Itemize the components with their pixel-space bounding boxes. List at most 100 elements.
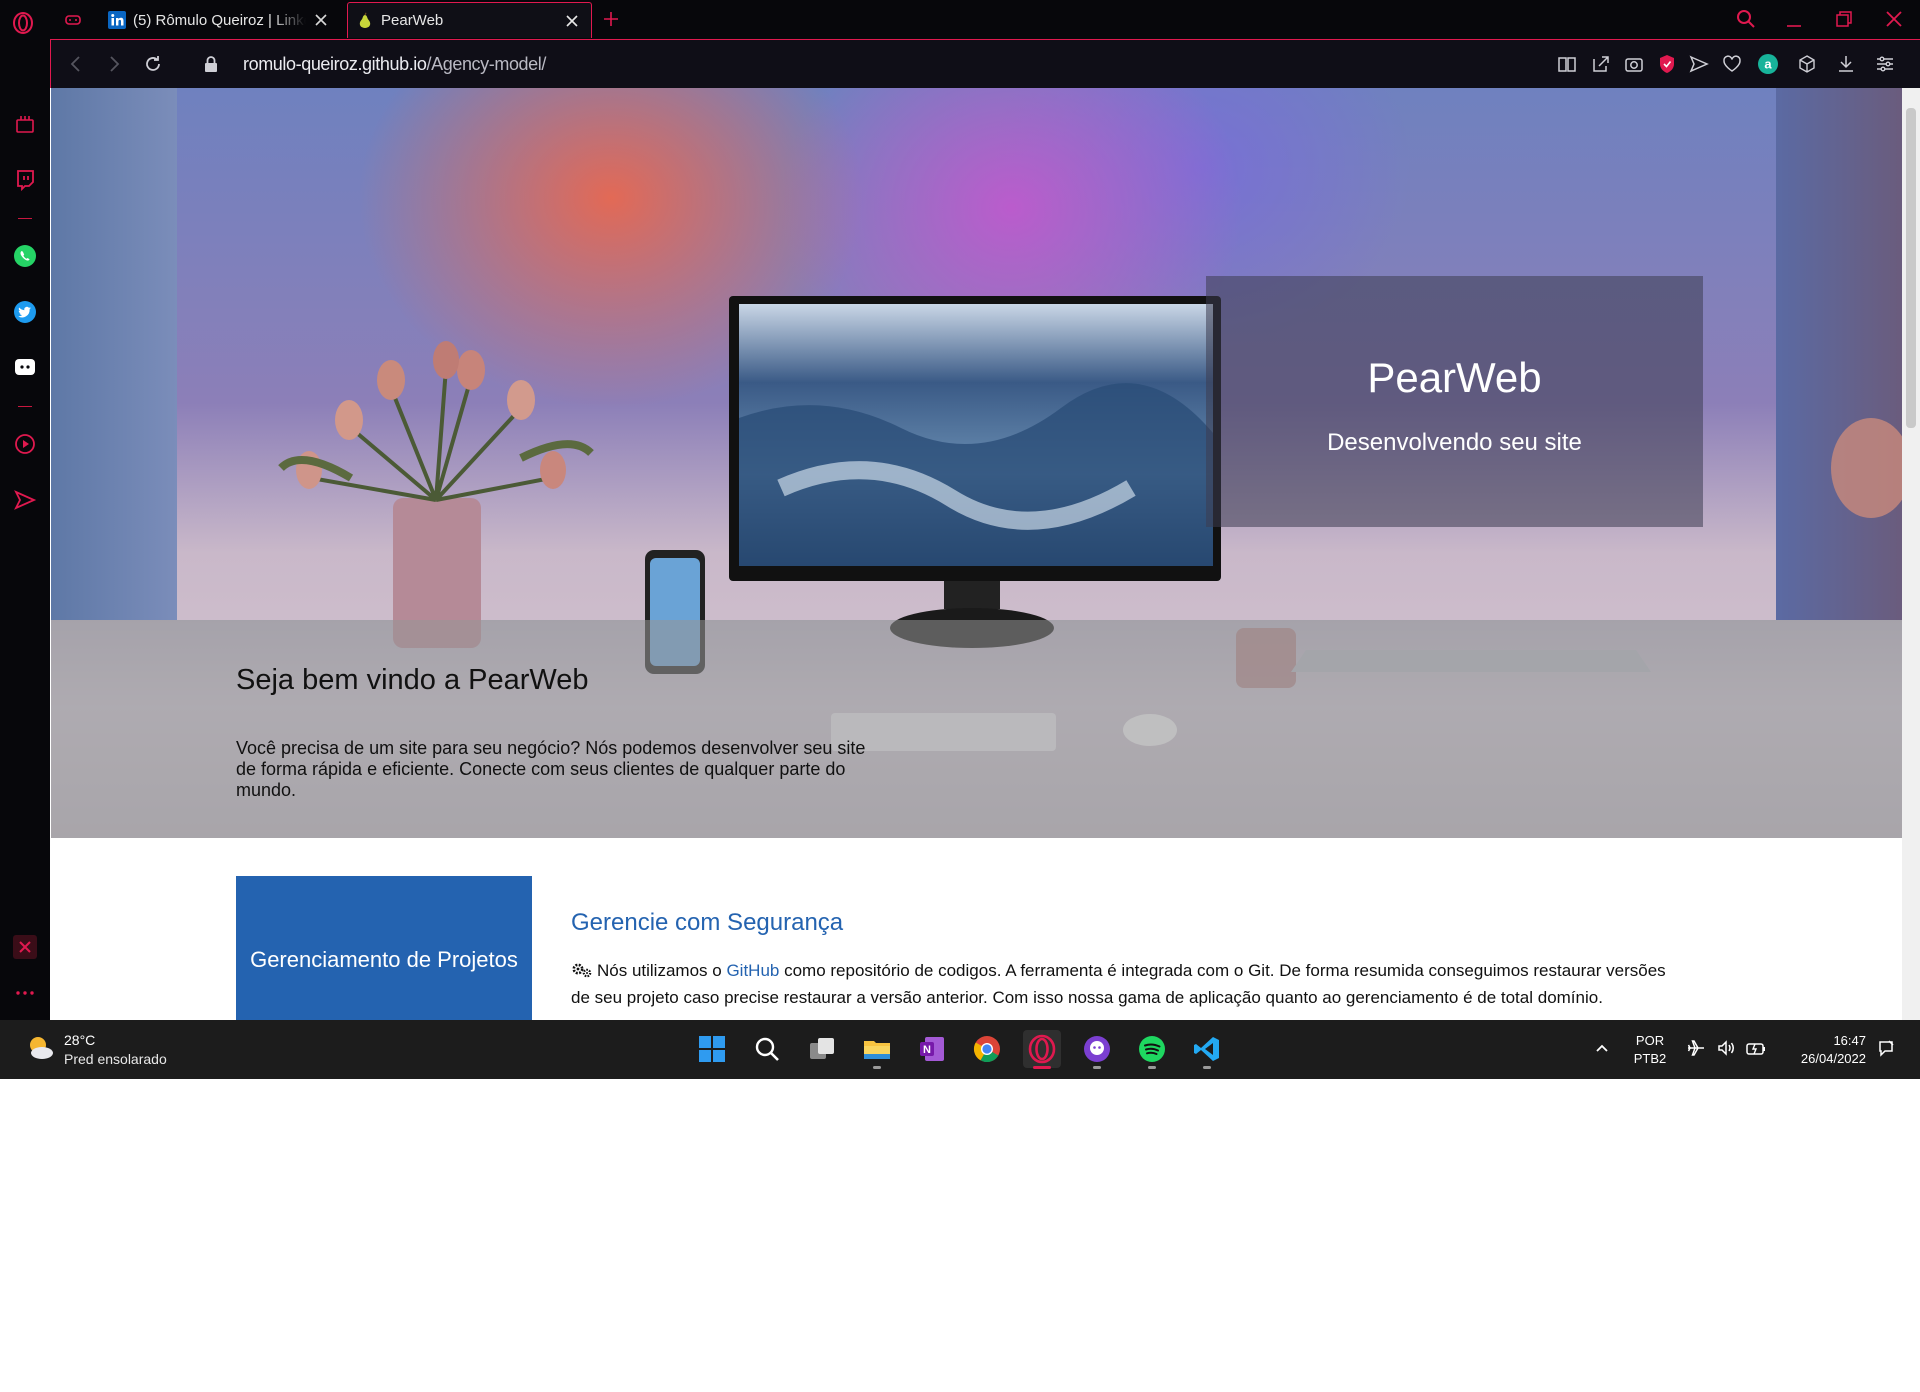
opera-sidebar [0,39,50,1020]
forward-icon[interactable] [103,53,125,75]
airplane-mode-icon[interactable] [1686,1038,1706,1058]
running-indicator [1148,1066,1156,1069]
extensions-cube-icon[interactable] [1796,53,1818,75]
adblock-shield-icon[interactable] [1656,53,1678,75]
github-link[interactable]: GitHub [726,961,779,980]
battery-charging-icon[interactable] [1746,1038,1766,1058]
tab-title: PearWeb [381,12,444,29]
monitor-illustration [729,296,1221,648]
gx-control-icon[interactable] [64,11,82,29]
notifications-icon[interactable] [1876,1038,1896,1058]
onenote-icon: N [920,1037,944,1061]
welcome-paragraph: Você precisa de um site para seu negócio… [236,738,866,800]
address-toolbar: romulo-queiroz.github.io/Agency-model/ a [50,39,1920,88]
whatsapp-icon[interactable] [13,244,37,268]
page-scrollbar[interactable] [1902,88,1920,1020]
spotify-button[interactable] [1133,1030,1171,1069]
hero-brand-card: PearWeb Desenvolvendo seu site [1206,276,1703,527]
send-icon[interactable] [13,488,37,512]
opera-gx-menu-icon[interactable] [12,12,34,34]
linkedin-icon [108,11,126,29]
address-field[interactable]: romulo-queiroz.github.io/Agency-model/ [243,54,546,75]
input-language-indicator[interactable]: POR PTB2 [1625,1032,1675,1068]
player-icon[interactable] [13,432,37,456]
gears-icon [572,963,592,978]
file-explorer-button[interactable] [858,1030,896,1069]
profile-avatar-icon[interactable]: a [1757,53,1779,75]
chrome-button[interactable] [968,1030,1006,1068]
minimize-icon[interactable] [1783,8,1805,30]
pear-icon [359,12,371,28]
welcome-heading: Seja bem vindo a PearWeb [236,664,589,696]
search-button[interactable] [748,1030,786,1068]
twitch-icon[interactable] [13,168,37,192]
welcome-overlay [51,620,1902,838]
tab-bar: (5) Rômulo Queiroz | LinkedIn PearWeb [0,0,1920,39]
spotify-icon [1139,1036,1165,1062]
snapshot-icon[interactable] [1623,53,1645,75]
project-management-card: Gerenciamento de Projetos [236,876,532,1020]
running-indicator [873,1066,881,1069]
running-indicator [1203,1066,1211,1069]
volume-icon[interactable] [1716,1038,1736,1058]
vscode-icon [1194,1037,1219,1061]
lock-icon[interactable] [203,55,219,73]
clock-time: 16:47 [1833,1033,1866,1048]
github-desktop-button[interactable] [1078,1030,1116,1069]
scrollbar-thumb[interactable] [1906,108,1916,428]
reload-icon[interactable] [142,53,164,75]
url-path: /Agency-model/ [426,54,547,74]
back-icon[interactable] [65,53,87,75]
windows-taskbar: 28°C Pred ensolarado N POR PTB2 16:47 26… [0,1020,1920,1079]
opera-gx-icon [1028,1034,1056,1064]
tab-pearweb[interactable]: PearWeb [347,2,592,38]
task-view-button[interactable] [803,1030,841,1068]
sidebar-separator [18,218,32,219]
send-to-flow-icon[interactable] [1688,53,1710,75]
search-tabs-icon[interactable] [1735,8,1757,30]
bookmark-heart-icon[interactable] [1721,53,1743,75]
downloads-icon[interactable] [1835,53,1857,75]
svg-text:a: a [1764,57,1772,72]
chrome-icon [973,1036,1000,1063]
gx-corner-icon[interactable] [13,112,37,136]
onenote-button[interactable]: N [913,1030,951,1068]
opera-gx-button[interactable] [1023,1030,1061,1069]
new-tab-icon[interactable] [601,9,621,29]
twitter-icon[interactable] [13,300,37,324]
tab-linkedin[interactable]: (5) Rômulo Queiroz | LinkedIn [100,2,340,38]
close-tab-icon[interactable] [314,13,328,27]
weather-description[interactable]: Pred ensolarado [64,1051,167,1067]
github-desktop-icon [1084,1036,1110,1062]
url-host: romulo-queiroz.github.io [243,54,427,74]
system-clock[interactable]: 16:47 26/04/2022 [1780,1032,1866,1068]
paragraph-text: Nós utilizamos o [597,961,727,980]
page-viewport: PearWeb Desenvolvendo seu site Seja bem … [51,88,1902,1020]
file-explorer-icon [864,1041,890,1059]
tulip-vase-illustration [278,341,594,648]
close-window-icon[interactable] [1883,8,1905,30]
hero-subtitle: Desenvolvendo seu site [1327,429,1582,456]
vscode-button[interactable] [1188,1030,1226,1069]
search-icon [755,1037,779,1061]
close-tab-icon[interactable] [565,14,579,28]
tab-title: (5) Rômulo Queiroz | LinkedIn [133,11,306,29]
running-indicator [1093,1066,1101,1069]
svg-text:N: N [923,1044,931,1056]
show-hidden-icons-icon[interactable] [1592,1038,1612,1058]
sidebar-separator [18,406,32,407]
section-heading: Gerencie com Segurança [571,909,844,936]
discord-icon[interactable] [13,355,37,379]
share-icon[interactable] [1590,53,1612,75]
reader-mode-icon[interactable] [1556,53,1578,75]
gx-control-panel-icon[interactable] [13,935,37,959]
hero-banner: PearWeb Desenvolvendo seu site Seja bem … [51,88,1902,838]
restore-icon[interactable] [1833,8,1855,30]
task-view-icon [810,1038,834,1059]
weather-temperature[interactable]: 28°C [64,1032,95,1048]
easy-setup-icon[interactable] [1874,53,1896,75]
more-icon[interactable] [13,981,37,1005]
start-icon [699,1036,725,1062]
weather-partly-sunny-icon[interactable] [24,1032,56,1064]
start-button[interactable] [693,1030,731,1068]
